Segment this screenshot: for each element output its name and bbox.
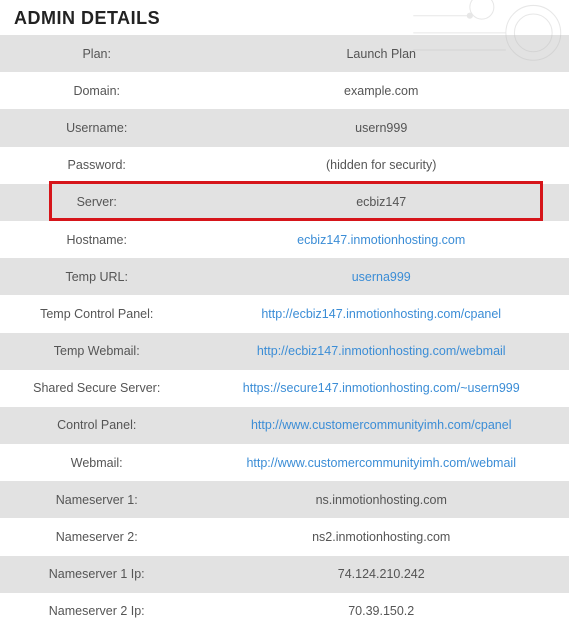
- table-row: Username:usern999: [0, 109, 569, 146]
- row-label: Password:: [0, 147, 193, 184]
- row-value-link[interactable]: http://ecbiz147.inmotionhosting.com/cpan…: [261, 307, 501, 321]
- table-row: Hostname: ecbiz147.inmotionhosting.com: [0, 221, 569, 258]
- row-label: Temp Webmail:: [0, 333, 193, 370]
- table-row: Shared Secure Server: https://secure147.i…: [0, 370, 569, 407]
- row-value-link[interactable]: http://www.customercommunityimh.com/cpan…: [251, 418, 512, 432]
- row-label: Shared Secure Server:: [0, 370, 193, 407]
- row-value[interactable]: userna999: [193, 258, 569, 295]
- row-label: Domain:: [0, 72, 193, 109]
- row-value-link[interactable]: ecbiz147.inmotionhosting.com: [297, 233, 465, 247]
- row-value[interactable]: https://secure147.inmotionhosting.com/~u…: [193, 370, 569, 407]
- row-value-link[interactable]: http://ecbiz147.inmotionhosting.com/webm…: [257, 344, 506, 358]
- table-row: Webmail: http://www.customercommunityimh.…: [0, 444, 569, 481]
- row-label: Nameserver 2 Ip:: [0, 593, 193, 625]
- section-heading: ADMIN DETAILS: [0, 0, 569, 35]
- row-value[interactable]: http://ecbiz147.inmotionhosting.com/cpan…: [193, 295, 569, 332]
- row-value-link[interactable]: http://www.customercommunityimh.com/webm…: [246, 456, 516, 470]
- row-label: Hostname:: [0, 221, 193, 258]
- row-value: usern999: [193, 109, 569, 146]
- table-row: Password:(hidden for security): [0, 147, 569, 184]
- row-label: Server:: [0, 184, 193, 221]
- row-label: Nameserver 1 Ip:: [0, 556, 193, 593]
- row-value[interactable]: http://ecbiz147.inmotionhosting.com/webm…: [193, 333, 569, 370]
- row-value: Launch Plan: [193, 35, 569, 72]
- row-label: Plan:: [0, 35, 193, 72]
- row-value: ns.inmotionhosting.com: [193, 481, 569, 518]
- row-value[interactable]: http://www.customercommunityimh.com/cpan…: [193, 407, 569, 444]
- table-row: Nameserver 1:ns.inmotionhosting.com: [0, 481, 569, 518]
- admin-details-table: Plan:Launch PlanDomain:example.comUserna…: [0, 35, 569, 625]
- row-value: ecbiz147: [193, 184, 569, 221]
- row-value: 74.124.210.242: [193, 556, 569, 593]
- row-value[interactable]: ecbiz147.inmotionhosting.com: [193, 221, 569, 258]
- row-label: Nameserver 2:: [0, 518, 193, 555]
- table-row: Control Panel: http://www.customercommuni…: [0, 407, 569, 444]
- row-value-link[interactable]: userna999: [352, 270, 411, 284]
- table-row: Nameserver 2:ns2.inmotionhosting.com: [0, 518, 569, 555]
- table-row: Plan:Launch Plan: [0, 35, 569, 72]
- row-value: (hidden for security): [193, 147, 569, 184]
- row-label: Nameserver 1:: [0, 481, 193, 518]
- table-row: Temp Control Panel: http://ecbiz147.inmot…: [0, 295, 569, 332]
- row-label: Temp Control Panel:: [0, 295, 193, 332]
- table-row: Nameserver 1 Ip:74.124.210.242: [0, 556, 569, 593]
- row-value: 70.39.150.2: [193, 593, 569, 625]
- table-row: Temp Webmail: http://ecbiz147.inmotionhos…: [0, 333, 569, 370]
- row-value-link[interactable]: https://secure147.inmotionhosting.com/~u…: [243, 381, 520, 395]
- table-row: Temp URL: userna999: [0, 258, 569, 295]
- row-value: example.com: [193, 72, 569, 109]
- row-label: Username:: [0, 109, 193, 146]
- table-row: Server:ecbiz147: [0, 184, 569, 221]
- row-value: ns2.inmotionhosting.com: [193, 518, 569, 555]
- row-label: Webmail:: [0, 444, 193, 481]
- row-label: Temp URL:: [0, 258, 193, 295]
- row-label: Control Panel:: [0, 407, 193, 444]
- row-value[interactable]: http://www.customercommunityimh.com/webm…: [193, 444, 569, 481]
- table-row: Domain:example.com: [0, 72, 569, 109]
- table-row: Nameserver 2 Ip:70.39.150.2: [0, 593, 569, 625]
